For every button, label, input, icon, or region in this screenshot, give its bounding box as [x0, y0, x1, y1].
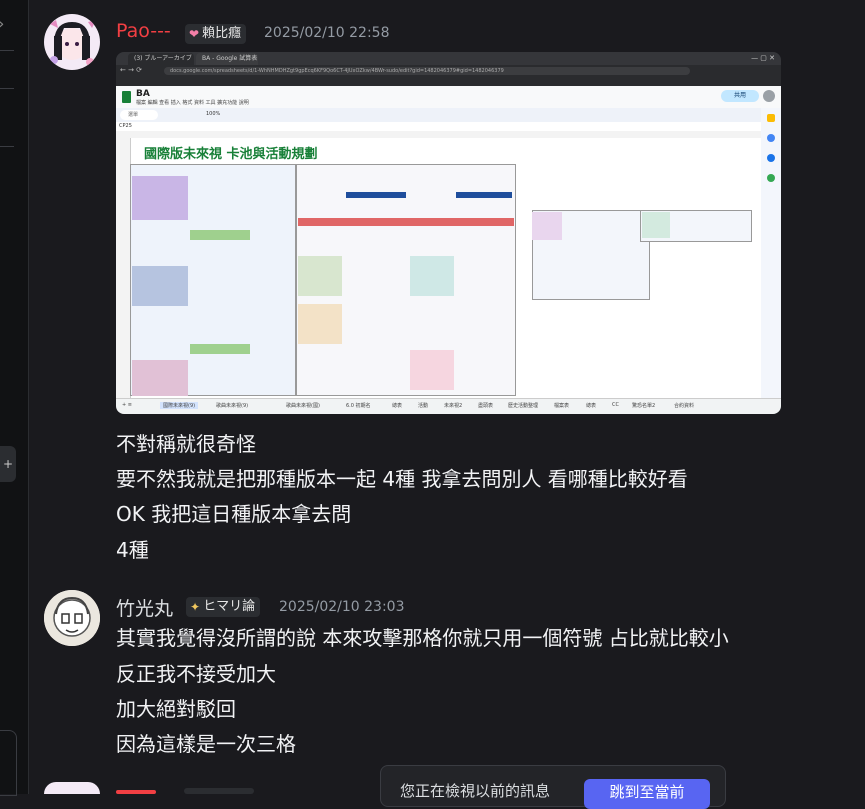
role-tag[interactable]: ❤ 賴比癮 [185, 24, 247, 44]
sheet-tab[interactable]: 總表 [392, 402, 402, 409]
sheets-side-panel [761, 108, 781, 402]
browser-tab[interactable]: (3) ブルーアーカイブ公式 建置版 [128, 53, 194, 74]
heart-icon: ❤ [189, 27, 200, 41]
spreadsheet-grid[interactable]: 國際版未來視 卡池與活動規劃 [116, 138, 761, 398]
avatar[interactable] [44, 590, 100, 646]
server-sidebar-edge: › + [0, 0, 29, 796]
menu-search-input[interactable]: 選單 [120, 110, 158, 120]
nav-arrows-icon[interactable]: ← → ⟳ [120, 66, 142, 74]
divider [0, 50, 14, 51]
sheet-tab[interactable]: 6.0 初期名 [346, 402, 371, 409]
role-tag[interactable]: ✦ ヒマリ論 [186, 597, 261, 617]
character-image [532, 212, 562, 240]
divider [0, 146, 14, 147]
username[interactable] [116, 790, 156, 794]
sheet-tab[interactable]: 國際未來視(9) [160, 402, 199, 409]
sheet-tab[interactable]: 總表 [586, 402, 596, 409]
avatar[interactable] [44, 782, 100, 794]
character-image [298, 304, 342, 344]
browser-tab[interactable]: BA - Google 試算表 [196, 53, 258, 65]
sheets-header: BA 檔案 編輯 查看 插入 格式 資料 工具 擴充功能 說明 共用 [116, 86, 781, 108]
sheet-tabs-bar: + ≡ 國際未來視(9) 歌曲未來視(9) 歌曲未來視(國) 6.0 初期名 總… [116, 398, 781, 414]
timestamp: 2025/02/10 23:03 [279, 599, 405, 615]
sheet-tab[interactable]: 活動 [418, 402, 428, 409]
sheet-tab[interactable]: 歌曲未來視(9) [216, 402, 248, 409]
role-tag [184, 788, 254, 794]
old-messages-notice: 您正在檢視以前的訊息 [400, 782, 551, 800]
menu-bar[interactable]: 檔案 編輯 查看 插入 格式 資料 工具 擴充功能 說明 [136, 99, 249, 106]
row-headers [116, 138, 131, 398]
jump-to-present-button[interactable]: 跳到至當前 [584, 779, 710, 809]
timestamp: 2025/02/10 22:58 [264, 25, 390, 41]
chevron-right-icon[interactable]: › [0, 14, 4, 33]
user-panel-edge [0, 730, 17, 796]
sheet-tab[interactable]: 未來視2 [444, 402, 462, 409]
sheet-tab[interactable]: 歌曲未來視(國) [286, 402, 320, 409]
character-image [410, 350, 454, 390]
doc-title[interactable]: BA [136, 89, 150, 99]
sheets-logo-icon [122, 91, 131, 103]
character-image [132, 360, 188, 396]
message-text: 因為這樣是一次三格 [116, 732, 296, 756]
avatar[interactable] [763, 90, 775, 102]
sheet-tab[interactable]: 驚恐名單2 [632, 402, 655, 409]
message-text: 反正我不接受加大 [116, 662, 276, 686]
character-image [298, 256, 342, 296]
username[interactable]: 竹光丸 [116, 594, 173, 621]
window-controls[interactable]: — ▢ ✕ [751, 54, 775, 62]
character-image [642, 212, 670, 238]
character-image [410, 256, 454, 296]
banner-table [130, 164, 516, 396]
message-text: 其實我覺得沒所謂的說 本來攻擊那格你就只用一個符號 占比就比較小 [116, 626, 729, 650]
message-text: 4種 [116, 538, 149, 562]
sheet-tab[interactable]: 歷史活動整理 [508, 402, 538, 409]
attached-image[interactable]: (3) ブルーアーカイブ公式 建置版 BA - Google 試算表 — ▢ ✕… [116, 52, 781, 414]
share-button[interactable]: 共用 [721, 90, 759, 102]
address-bar: ← → ⟳ docs.google.com/spreadsheets/d/1-W… [116, 65, 781, 77]
message-text: OK 我把這日種版本拿去問 [116, 502, 352, 526]
browser-tab-strip: (3) ブルーアーカイブ公式 建置版 BA - Google 試算表 — ▢ ✕ [116, 52, 781, 74]
username[interactable]: Pao--- [116, 20, 171, 42]
sheet-title: 國際版未來視 卡池與活動規劃 [144, 147, 318, 162]
character-image [132, 266, 188, 306]
message-text: 加大絕對駁回 [116, 697, 236, 721]
role-label: ヒマリ論 [203, 599, 256, 614]
add-icon[interactable]: + [0, 446, 16, 482]
sheet-tab[interactable]: 檔案表 [554, 402, 569, 409]
sheet-tab[interactable]: 合約資料 [674, 402, 694, 409]
calendar-icon[interactable] [767, 114, 775, 122]
contacts-icon[interactable] [767, 154, 775, 162]
role-label: 賴比癮 [202, 26, 242, 41]
cell-reference[interactable]: CP25 [119, 123, 132, 129]
sheet-tab[interactable]: 盡頭表 [478, 402, 493, 409]
add-sheet-icon[interactable]: + ≡ [122, 402, 132, 408]
message-text: 要不然我就是把那種版本一起 4種 我拿去問別人 看哪種比較好看 [116, 467, 688, 491]
sparkle-icon: ✦ [190, 600, 201, 614]
jump-to-present-bar: 您正在檢視以前的訊息 跳到至當前 [380, 765, 726, 809]
tasks-icon[interactable] [767, 134, 775, 142]
message-text: 不對稱就很奇怪 [116, 432, 256, 456]
divider [0, 88, 14, 89]
character-image [132, 176, 188, 220]
sheets-toolbar: 選單 100% [116, 108, 781, 122]
zoom-select[interactable]: 100% [206, 111, 220, 117]
maps-icon[interactable] [767, 174, 775, 182]
sheet-tab[interactable]: CC [612, 402, 619, 408]
url-input[interactable]: docs.google.com/spreadsheets/d/1-WhNHMDH… [164, 67, 690, 75]
avatar[interactable] [44, 14, 100, 70]
